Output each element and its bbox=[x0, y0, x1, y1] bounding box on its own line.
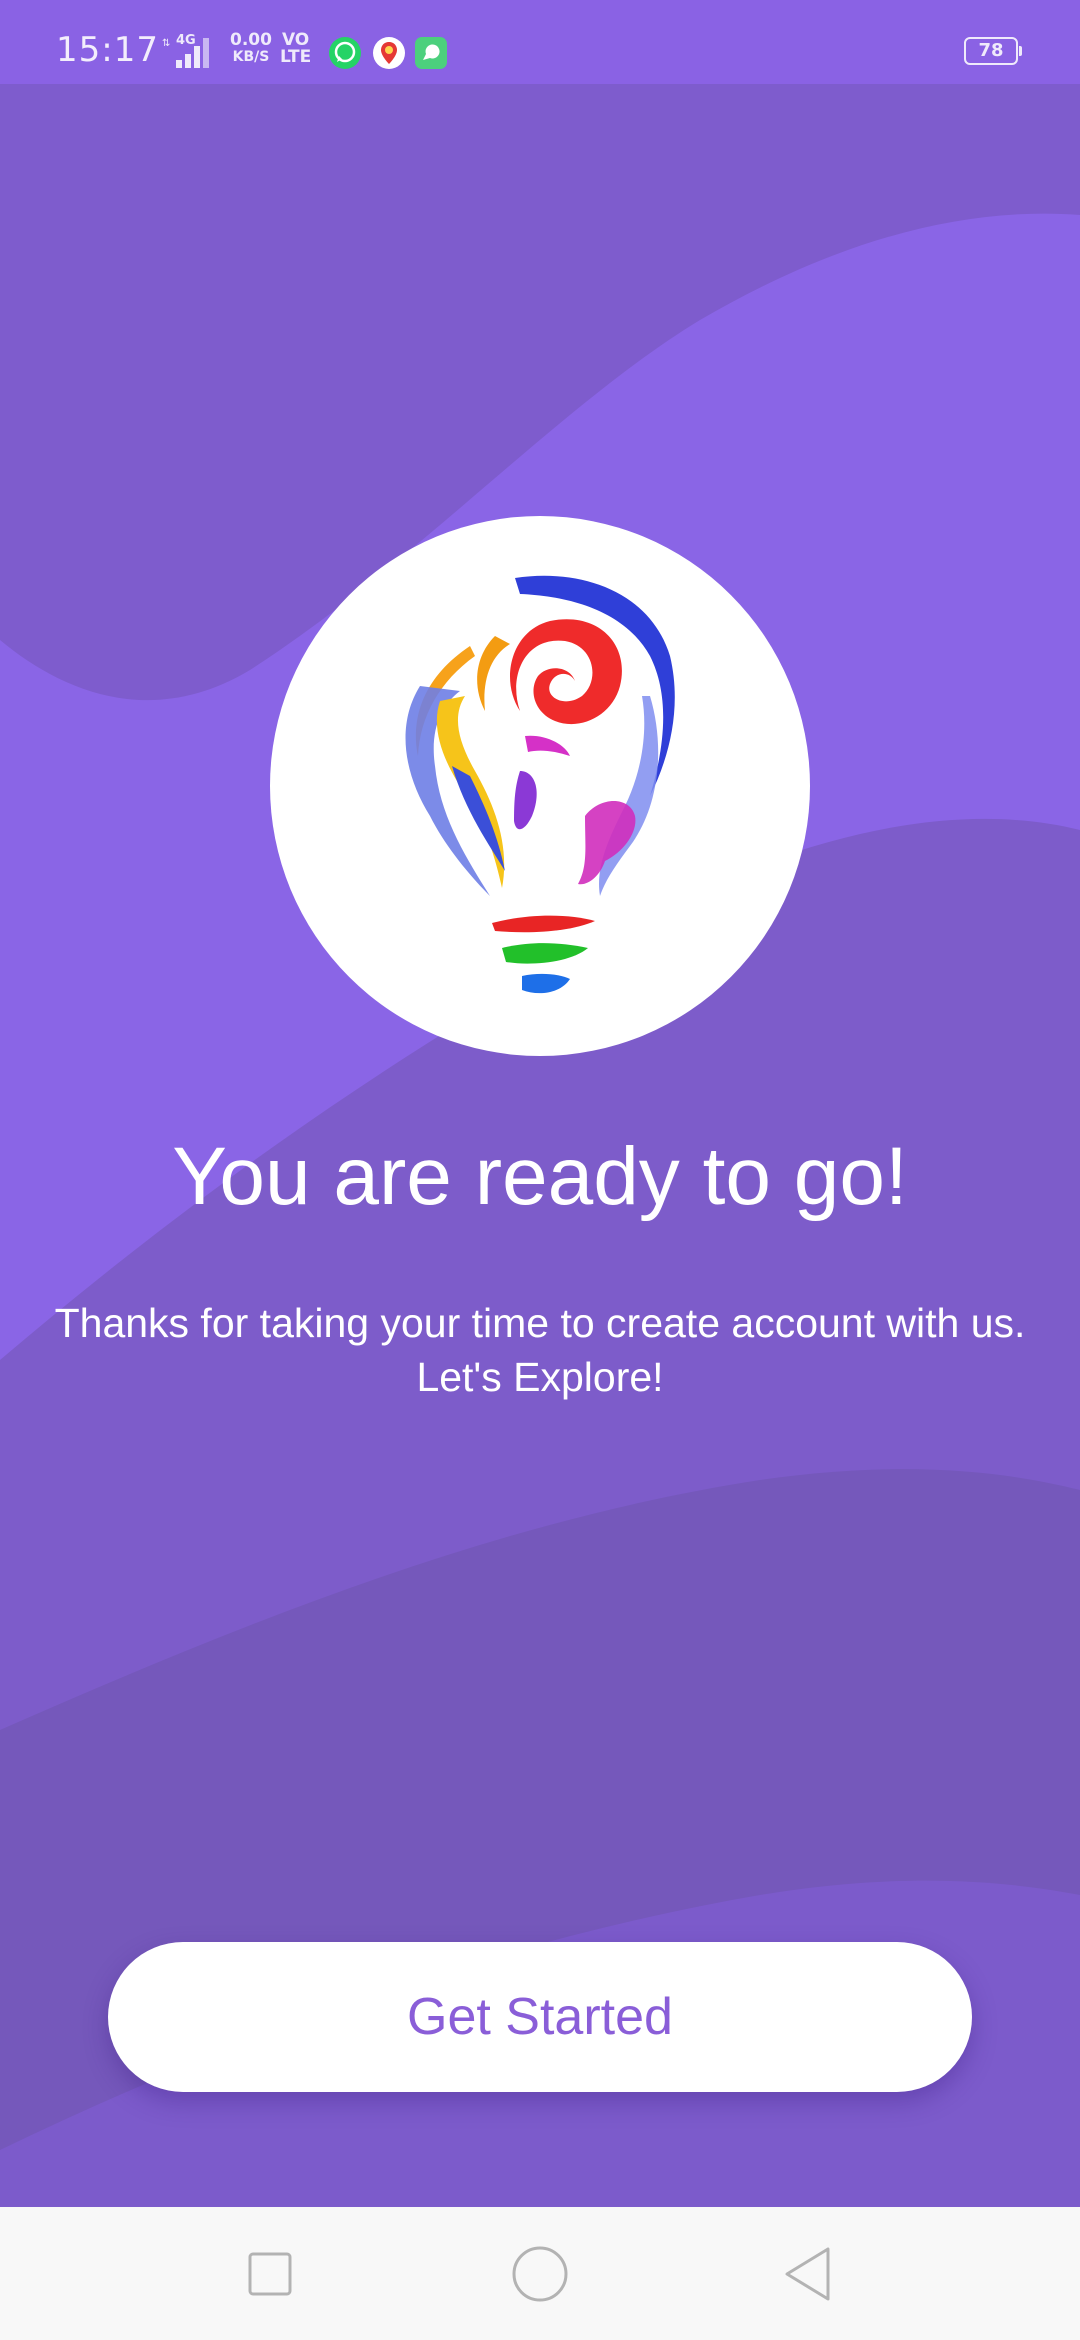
lightbulb-logo-icon bbox=[405, 575, 675, 994]
network-speed: 0.00 KB/S bbox=[230, 32, 272, 66]
background-waves bbox=[0, 0, 1080, 2207]
get-started-button[interactable]: Get Started bbox=[108, 1942, 972, 2092]
signal-strength-icon: 4G ⇅ bbox=[162, 33, 209, 68]
network-speed-value: 0.00 bbox=[230, 30, 272, 50]
volte-indicator: VO LTE bbox=[280, 32, 311, 66]
whatsapp-icon bbox=[329, 37, 361, 69]
home-icon[interactable] bbox=[495, 2229, 585, 2319]
status-bar: 15:17 4G ⇅ 0.00 KB/S VO LTE 78 bbox=[0, 0, 1080, 84]
back-icon[interactable] bbox=[765, 2229, 855, 2319]
welcome-headline: You are ready to go! bbox=[172, 1131, 908, 1222]
welcome-message: Thanks for taking your time to create ac… bbox=[54, 1300, 1026, 1400]
app-logo bbox=[270, 516, 810, 1056]
onboarding-complete-screen: 15:17 4G ⇅ 0.00 KB/S VO LTE 78 You are r… bbox=[0, 0, 1080, 2340]
status-time: 15:17 bbox=[56, 30, 159, 70]
network-type-label: 4G bbox=[176, 33, 196, 48]
chat-app-icon bbox=[415, 37, 447, 69]
system-navigation-bar bbox=[0, 2207, 1080, 2340]
battery-indicator: 78 bbox=[964, 37, 1022, 65]
network-speed-unit: KB/S bbox=[232, 49, 270, 65]
recents-icon[interactable] bbox=[225, 2229, 315, 2319]
svg-text:⇅: ⇅ bbox=[162, 38, 170, 49]
location-pin-icon bbox=[373, 37, 405, 69]
volte-line-2: LTE bbox=[280, 47, 312, 67]
